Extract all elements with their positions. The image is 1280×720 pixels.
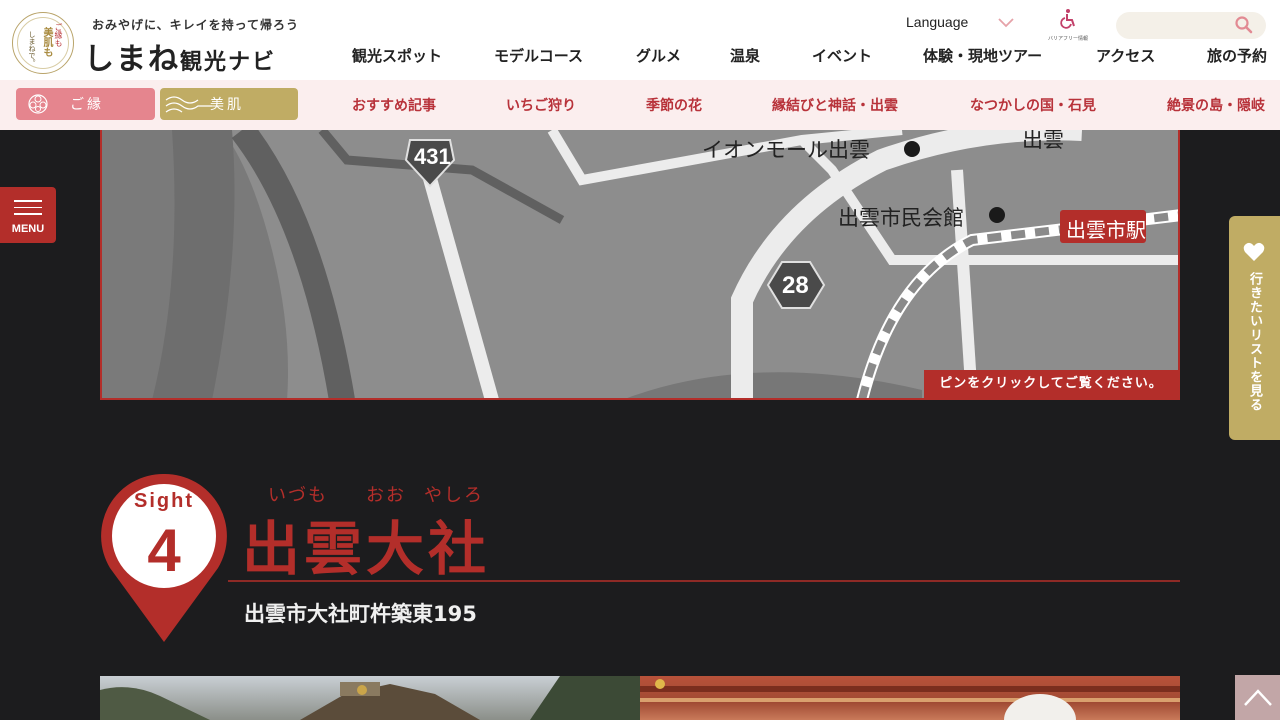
subnav-iwami[interactable]: なつかしの国・石見 bbox=[970, 95, 1096, 115]
hamburger-icon bbox=[14, 200, 42, 215]
map-label-civic-hall[interactable]: 出雲市民会館 bbox=[838, 202, 964, 232]
area-map[interactable]: 431 28 イオンモール出雲 出雲市民会館 出雲 出雲市駅 ピンをクリックして… bbox=[100, 130, 1180, 400]
logo-catchphrase: おみやげに、キレイを持って帰ろう bbox=[92, 18, 300, 32]
heart-icon bbox=[1243, 242, 1265, 261]
route-28-label: 28 bbox=[782, 272, 809, 299]
wishlist-button[interactable]: 行きたいリストを見る bbox=[1229, 216, 1280, 440]
sight-address: 出雲市大社町杵築東195 bbox=[244, 602, 477, 626]
photo-shrine-exterior[interactable] bbox=[100, 676, 640, 720]
route-431-label: 431 bbox=[414, 144, 451, 169]
page-top-button[interactable] bbox=[1235, 675, 1280, 720]
photo-shrine-interior[interactable] bbox=[640, 676, 1180, 720]
map-label-izumo: 出雲 bbox=[1022, 130, 1064, 152]
nav-onsen[interactable]: 温泉 bbox=[730, 45, 760, 66]
site-header: ご縁も 美肌も しまねで。 おみやげに、キレイを持って帰ろう しまね観光ナビ L… bbox=[0, 0, 1280, 80]
nav-travel-booking[interactable]: 旅の予約 bbox=[1207, 45, 1267, 66]
sight-number: 4 bbox=[147, 517, 181, 584]
flower-icon bbox=[28, 94, 48, 114]
language-selector[interactable]: Language bbox=[906, 14, 968, 30]
menu-button[interactable]: MENU bbox=[0, 187, 56, 243]
menu-label: MENU bbox=[11, 223, 45, 235]
subnav-oki[interactable]: 絶景の島・隠岐 bbox=[1167, 95, 1265, 115]
chevron-down-icon[interactable] bbox=[996, 12, 1016, 32]
wave-icon bbox=[165, 96, 212, 113]
shrine-interior-photo bbox=[640, 679, 1180, 720]
nav-sightseeing[interactable]: 観光スポット bbox=[352, 45, 442, 66]
search-icon[interactable] bbox=[1234, 15, 1254, 35]
sight-number-pin: Sight 4 bbox=[100, 472, 228, 644]
chevron-up-icon bbox=[1244, 689, 1272, 706]
wishlist-label: 行きたいリストを見る bbox=[1247, 272, 1262, 412]
map-label-aeon[interactable]: イオンモール出雲 bbox=[702, 134, 870, 164]
global-nav: 観光スポット モデルコース グルメ 温泉 イベント 体験・現地ツアー アクセス … bbox=[0, 45, 1280, 67]
tag-bihada-button[interactable]: 美肌 bbox=[160, 88, 298, 120]
sight-title: 出雲大社 bbox=[242, 515, 491, 583]
nav-access[interactable]: アクセス bbox=[1096, 45, 1155, 66]
barrier-free-label: バリアフリー情報 bbox=[1048, 36, 1089, 42]
seal-text-1: ご縁も bbox=[54, 23, 63, 47]
nav-experience-tours[interactable]: 体験・現地ツアー bbox=[923, 45, 1042, 66]
tag-bihada-label: 美肌 bbox=[210, 97, 244, 113]
barrier-free-link[interactable]: バリアフリー情報 bbox=[1048, 8, 1089, 42]
wheelchair-icon bbox=[1060, 9, 1075, 29]
subnav-recommended[interactable]: おすすめ記事 bbox=[352, 95, 436, 115]
tag-goen-label: ご縁 bbox=[70, 97, 104, 113]
nav-gourmet[interactable]: グルメ bbox=[636, 45, 681, 66]
tag-goen-button[interactable]: ご縁 bbox=[16, 88, 155, 120]
map-graphic bbox=[102, 130, 1178, 398]
map-hint: ピンをクリックしてご覧ください。 bbox=[924, 370, 1178, 398]
title-divider bbox=[228, 580, 1180, 582]
subnav-strawberry[interactable]: いちご狩り bbox=[506, 95, 576, 115]
subnav-seasonal-flowers[interactable]: 季節の花 bbox=[646, 95, 702, 115]
map-label-station[interactable]: 出雲市駅 bbox=[1066, 214, 1146, 243]
sight-word: Sight bbox=[134, 490, 194, 512]
nav-events[interactable]: イベント bbox=[812, 45, 872, 66]
shrine-roof-photo bbox=[100, 676, 640, 720]
subnav-izumo[interactable]: 縁結びと神話・出雲 bbox=[772, 95, 898, 115]
nav-model-course[interactable]: モデルコース bbox=[494, 45, 583, 66]
